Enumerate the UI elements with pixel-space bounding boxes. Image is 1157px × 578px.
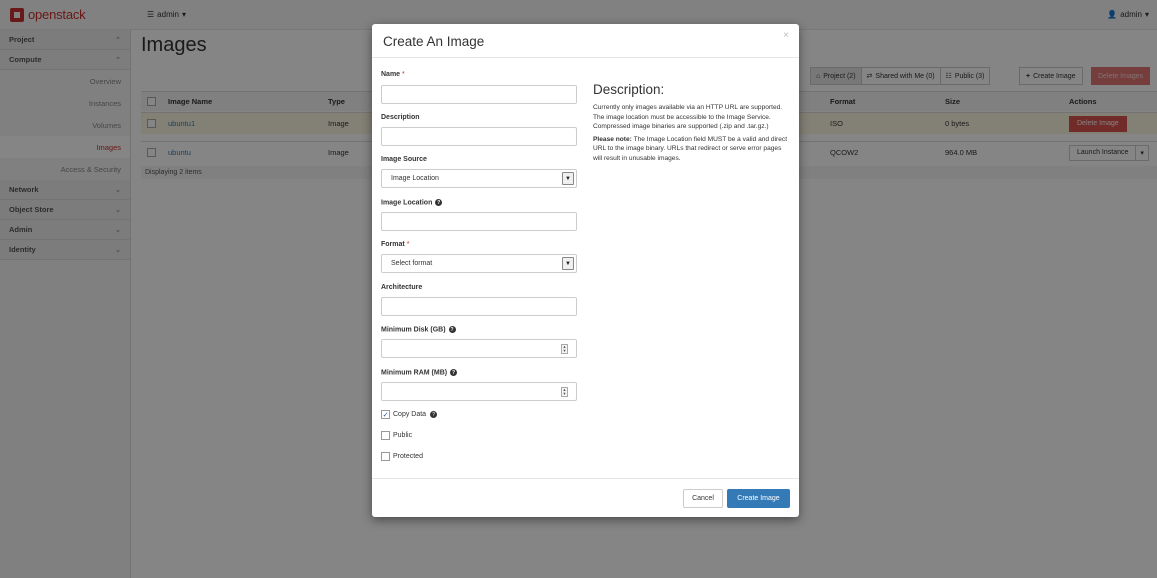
image-source-value: Image Location bbox=[391, 175, 439, 182]
help-icon[interactable]: ? bbox=[450, 369, 458, 376]
modal-title: Create An Image bbox=[383, 34, 485, 49]
modal-footer: Cancel Create Image bbox=[372, 478, 799, 517]
cancel-button[interactable]: Cancel bbox=[683, 489, 723, 508]
close-icon[interactable]: × bbox=[783, 30, 789, 41]
required-mark: * bbox=[406, 241, 410, 248]
architecture-input[interactable] bbox=[381, 297, 577, 316]
copy-data-checkbox[interactable]: ✓ bbox=[381, 410, 390, 419]
description-panel: Description: Currently only images avail… bbox=[593, 82, 790, 167]
minimum-disk-label-text: Minimum Disk (GB) bbox=[381, 326, 446, 334]
note-label: Please note: bbox=[593, 135, 632, 143]
help-icon[interactable]: ? bbox=[430, 411, 438, 418]
modal-header: Create An Image × bbox=[372, 24, 799, 58]
format-select[interactable]: Select format ▼ bbox=[381, 254, 577, 273]
description-note: Please note: The Image Location field MU… bbox=[593, 135, 790, 164]
architecture-label: Architecture bbox=[381, 284, 423, 291]
image-location-label: Image Location ? bbox=[381, 199, 443, 207]
format-value: Select format bbox=[391, 260, 433, 267]
image-location-input[interactable] bbox=[381, 212, 577, 231]
number-spinner-icon[interactable]: ▲ ▼ bbox=[561, 344, 568, 354]
dropdown-arrow-icon: ▼ bbox=[562, 172, 574, 185]
help-icon[interactable]: ? bbox=[435, 199, 443, 206]
image-source-label: Image Source bbox=[381, 156, 427, 163]
public-option[interactable]: Public bbox=[381, 431, 412, 440]
image-location-label-text: Image Location bbox=[381, 199, 433, 207]
create-image-submit-button[interactable]: Create Image bbox=[727, 489, 790, 508]
format-label: Format * bbox=[381, 241, 409, 248]
minimum-disk-label: Minimum Disk (GB) ? bbox=[381, 326, 456, 333]
name-input[interactable] bbox=[381, 85, 577, 104]
copy-data-option[interactable]: ✓ Copy Data ? bbox=[381, 410, 438, 419]
modal-backdrop-side bbox=[0, 30, 131, 578]
description-text: Currently only images available via an H… bbox=[593, 104, 783, 131]
description-label: Description bbox=[381, 114, 420, 121]
protected-option[interactable]: Protected bbox=[381, 452, 423, 461]
public-label: Public bbox=[393, 432, 413, 439]
minimum-ram-input[interactable]: ▲ ▼ bbox=[381, 382, 577, 401]
number-spinner-icon[interactable]: ▲ ▼ bbox=[561, 387, 568, 397]
create-image-modal: Create An Image × Name * Description Ima… bbox=[372, 24, 799, 517]
dropdown-arrow-icon: ▼ bbox=[562, 257, 574, 270]
minimum-ram-label-text: Minimum RAM (MB) bbox=[381, 369, 448, 377]
minimum-ram-label: Minimum RAM (MB) ? bbox=[381, 369, 458, 377]
help-icon[interactable]: ? bbox=[448, 326, 456, 333]
name-label: Name * bbox=[381, 71, 405, 78]
description-title: Description: bbox=[593, 82, 665, 97]
public-checkbox[interactable] bbox=[381, 431, 390, 440]
minimum-disk-input[interactable]: ▲ ▼ bbox=[381, 339, 577, 358]
copy-data-label: Copy Data bbox=[393, 411, 427, 418]
protected-checkbox[interactable] bbox=[381, 452, 390, 461]
required-mark: * bbox=[402, 71, 405, 78]
name-label-text: Name bbox=[381, 71, 401, 78]
protected-label: Protected bbox=[393, 453, 423, 460]
image-source-select[interactable]: Image Location ▼ bbox=[381, 169, 577, 188]
description-input[interactable] bbox=[381, 127, 577, 146]
format-label-text: Format bbox=[381, 241, 405, 248]
